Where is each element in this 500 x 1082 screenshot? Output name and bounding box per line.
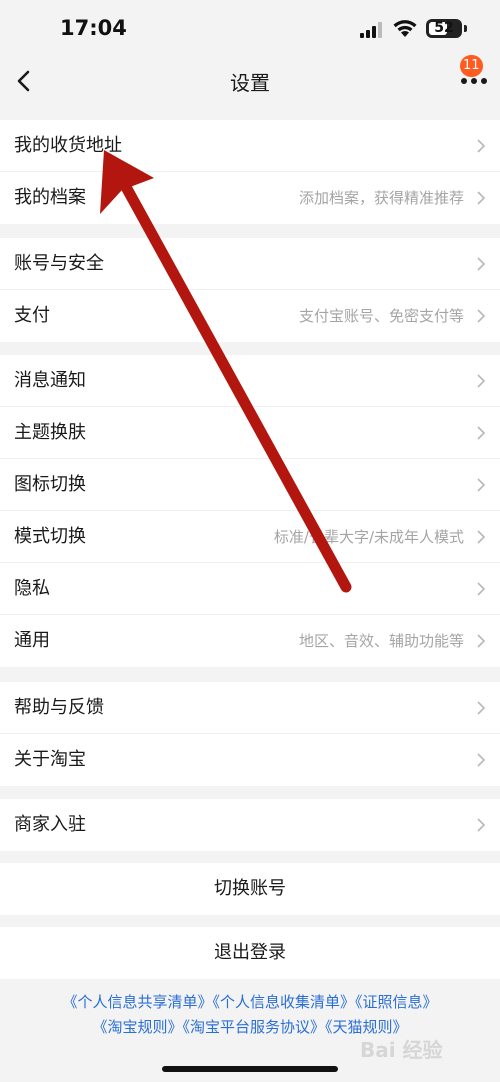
settings-row-general[interactable]: 通用 地区、音效、辅助功能等: [0, 615, 500, 667]
more-dots-icon[interactable]: [460, 76, 488, 86]
row-label: 隐私: [14, 578, 50, 599]
settings-row-address[interactable]: 我的收货地址: [0, 120, 500, 172]
baidu-jingyan-watermark: Bai 经验: [360, 1028, 480, 1062]
nav-bar: 设置 11: [0, 55, 500, 106]
cellular-signal-icon: [360, 22, 382, 38]
battery-icon: 52: [426, 19, 462, 38]
settings-row-merchant[interactable]: 商家入驻: [0, 799, 500, 851]
link-license-info[interactable]: 《证照信息》: [355, 993, 438, 1011]
chevron-right-icon: [477, 634, 486, 648]
chevron-right-icon: [477, 582, 486, 596]
battery-cap: [464, 25, 467, 32]
settings-row-about[interactable]: 关于淘宝: [0, 734, 500, 786]
settings-row-help-feedback[interactable]: 帮助与反馈: [0, 682, 500, 734]
settings-row-privacy[interactable]: 隐私: [0, 563, 500, 615]
row-label: 我的收货地址: [14, 135, 122, 156]
chevron-right-icon: [477, 374, 486, 388]
watermark-text: Bai 经验: [360, 1038, 443, 1062]
row-hint: 添加档案，获得精准推荐: [298, 189, 464, 207]
row-label: 关于淘宝: [14, 749, 86, 770]
status-time: 17:04: [60, 16, 127, 40]
settings-row-profile[interactable]: 我的档案 添加档案，获得精准推荐: [0, 172, 500, 224]
row-label: 图标切换: [14, 474, 86, 495]
chevron-right-icon: [477, 139, 486, 153]
row-label: 模式切换: [14, 526, 86, 547]
chevron-right-icon: [477, 426, 486, 440]
row-label: 消息通知: [14, 370, 86, 391]
chevron-right-icon: [477, 257, 486, 271]
link-personal-info-sharing[interactable]: 《个人信息共享清单》: [62, 993, 212, 1011]
chevron-right-icon: [477, 191, 486, 205]
settings-group-general: 消息通知 主题换肤 图标切换 模式切换 标准/长辈大字/未成年人模式 隐私 通用…: [0, 355, 500, 667]
row-label: 通用: [14, 630, 50, 651]
settings-group-merchant: 商家入驻: [0, 799, 500, 851]
page-title: 设置: [230, 71, 270, 95]
chevron-right-icon: [477, 753, 486, 767]
row-hint: 支付宝账号、免密支付等: [298, 307, 464, 325]
settings-row-account-security[interactable]: 账号与安全: [0, 238, 500, 290]
notification-badge: 11: [460, 55, 483, 77]
row-label: 支付: [14, 305, 50, 326]
logout-button[interactable]: 退出登录: [0, 927, 500, 979]
battery-level: 52: [434, 20, 454, 36]
link-personal-info-collection[interactable]: 《个人信息收集清单》: [212, 993, 355, 1011]
wifi-icon: [393, 20, 417, 37]
settings-group-account: 账号与安全 支付 支付宝账号、免密支付等: [0, 238, 500, 342]
row-label: 我的档案: [14, 187, 86, 208]
footer-line-1: 《个人信息共享清单》《个人信息收集清单》《证照信息》: [0, 990, 500, 1015]
settings-row-payment[interactable]: 支付 支付宝账号、免密支付等: [0, 290, 500, 342]
settings-group-profile: 我的收货地址 我的档案 添加档案，获得精准推荐: [0, 120, 500, 224]
settings-row-icon-switch[interactable]: 图标切换: [0, 459, 500, 511]
chevron-right-icon: [477, 530, 486, 544]
row-label: 账号与安全: [14, 253, 104, 274]
link-taobao-rules[interactable]: 《淘宝规则》: [92, 1018, 182, 1036]
switch-account-button[interactable]: 切换账号: [0, 863, 500, 915]
row-hint: 地区、音效、辅助功能等: [298, 632, 464, 650]
link-platform-agreement[interactable]: 《淘宝平台服务协议》: [182, 1018, 325, 1036]
chevron-right-icon: [477, 701, 486, 715]
row-label: 商家入驻: [14, 814, 86, 835]
chevron-right-icon: [477, 309, 486, 323]
home-indicator: [162, 1066, 338, 1072]
row-label: 主题换肤: [14, 422, 86, 443]
status-bar: 17:04 52: [0, 0, 500, 58]
settings-row-mode-switch[interactable]: 模式切换 标准/长辈大字/未成年人模式: [0, 511, 500, 563]
settings-row-notifications[interactable]: 消息通知: [0, 355, 500, 407]
settings-group-help: 帮助与反馈 关于淘宝: [0, 682, 500, 786]
row-label: 帮助与反馈: [14, 697, 104, 718]
row-hint: 标准/长辈大字/未成年人模式: [273, 528, 464, 546]
chevron-right-icon: [477, 478, 486, 492]
settings-row-theme[interactable]: 主题换肤: [0, 407, 500, 459]
chevron-right-icon: [477, 818, 486, 832]
